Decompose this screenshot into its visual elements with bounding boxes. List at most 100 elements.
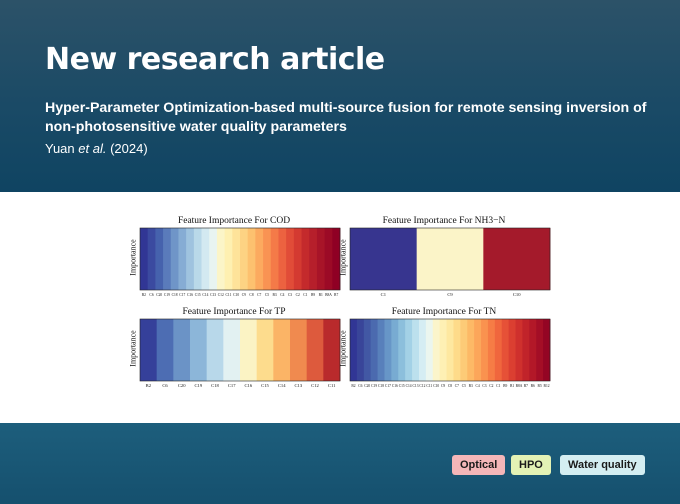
tick-label: C12: [311, 383, 319, 388]
tick-label: C9: [447, 292, 453, 297]
tag-hpo[interactable]: HPO: [511, 455, 551, 475]
chart-ylabel: Importance: [128, 330, 138, 367]
heatmap-cell: [494, 319, 503, 381]
tick-label: C5: [462, 384, 466, 388]
header-banner: New research article Hyper-Parameter Opt…: [0, 0, 680, 192]
chart-ylabel: Importance: [338, 330, 348, 367]
chart-cod: Feature Importance For COD Importance B2…: [128, 216, 341, 302]
tick-label: C18: [378, 384, 384, 388]
tick-label: C13: [210, 293, 216, 297]
heatmap-cell: [240, 319, 258, 381]
heatmap-cell: [439, 319, 447, 381]
tick-label: C12: [419, 384, 425, 388]
tag-water-quality[interactable]: Water quality: [560, 455, 645, 475]
tick-label: C8: [448, 384, 452, 388]
tick-label: C4: [280, 293, 284, 297]
tick-label: C18: [172, 293, 178, 297]
heatmap-cell: [306, 319, 324, 381]
heatmap-cell: [193, 228, 202, 290]
tick-label: C13: [294, 383, 302, 388]
heatmap-cell: [240, 228, 249, 290]
tick-label: B6: [531, 384, 535, 388]
heatmap-cell: [483, 228, 551, 290]
chart-tp: Feature Importance For TP Importance B2 C…: [128, 307, 341, 393]
heatmap-cell: [398, 319, 406, 381]
heatmap-cell: [515, 319, 523, 381]
heatmap-cell: [301, 228, 310, 290]
heatmap-cell: [223, 319, 241, 381]
heatmap-cell: [216, 228, 226, 290]
tick-label: C5: [265, 293, 269, 297]
tick-label: B8A: [516, 384, 523, 388]
heatmap-cell: [487, 319, 496, 381]
heatmap-cell: [270, 228, 279, 290]
tick-label: B7: [524, 384, 528, 388]
chart-plot: B2 C6 C20 C19 C18 C17 C16 C15 C14 C13 C12 C11: [139, 318, 341, 388]
heatmap-cell: [391, 319, 399, 381]
heatmap-cell: [209, 228, 218, 290]
heatmap-cell: [290, 319, 308, 381]
tick-label: C6: [358, 384, 362, 388]
heatmap-cell: [190, 319, 208, 381]
heatmap-cell: [206, 319, 224, 381]
tick-label: B8A: [325, 293, 332, 297]
tick-label: C10: [233, 293, 239, 297]
heatmap-cell: [170, 228, 179, 290]
citation: Yuan et al. (2024): [45, 141, 148, 156]
citation-year: (2024): [106, 141, 148, 156]
tick-label: C8: [249, 293, 253, 297]
heatmap-cell: [377, 319, 385, 381]
chart-title: Feature Importance For NH3−N: [382, 216, 506, 226]
chart-tn: Feature Importance For TN Importance B2 C…: [338, 307, 551, 393]
tick-label: C11: [426, 384, 432, 388]
tick-label: C2: [296, 293, 300, 297]
tick-label: C12: [218, 293, 224, 297]
chart-plot: C1 C9 C10: [349, 227, 551, 297]
heatmap-cell: [370, 319, 378, 381]
heatmap-cell: [224, 228, 233, 290]
tick-label: C7: [257, 293, 261, 297]
heatmap-cell: [460, 319, 468, 381]
tick-label: C20: [364, 384, 370, 388]
chart-title: Feature Importance For TP: [182, 307, 286, 317]
tick-label: C15: [195, 293, 201, 297]
heatmap-cell: [536, 319, 544, 381]
figure-panel: Feature Importance For COD Importance B2…: [0, 192, 680, 423]
heatmap-cell: [173, 319, 191, 381]
heatmap-cell: [155, 228, 164, 290]
heatmap-cell: [481, 319, 489, 381]
tick-label: C17: [385, 384, 391, 388]
citation-etal: et al.: [78, 141, 107, 156]
heatmap-cell: [163, 228, 172, 290]
heatmap-cell: [453, 319, 461, 381]
tag-optical[interactable]: Optical: [452, 455, 506, 475]
heatmap-cell: [324, 228, 333, 290]
heatmap-cell: [474, 319, 482, 381]
heatmap-cell: [140, 319, 158, 381]
chart-plot: B2 C6 C20 C19 C18 C17 C16 C15 C14 C13 C12 C11 C10 C9 C…: [349, 318, 551, 388]
tick-label: B2: [351, 384, 355, 388]
tick-label: C4: [475, 384, 479, 388]
heatmap-cell: [256, 319, 274, 381]
chart-ylabel: Importance: [128, 239, 138, 276]
tick-label: C16: [187, 293, 193, 297]
tick-label: C2: [489, 384, 493, 388]
heatmap-cell: [316, 228, 326, 290]
tick-label: B5: [538, 384, 542, 388]
heatmap-cell: [412, 319, 420, 381]
heatmap-cell: [350, 319, 358, 381]
article-title[interactable]: Hyper-Parameter Optimization-based multi…: [45, 99, 655, 137]
heatmap-cell: [293, 228, 302, 290]
tick-label: B3: [469, 384, 473, 388]
tick-label: C20: [156, 293, 162, 297]
heatmap-cell: [501, 319, 510, 381]
heatmap-cell: [186, 228, 195, 290]
tick-label: C7: [455, 384, 459, 388]
tick-label: C10: [433, 384, 439, 388]
chart-title: Feature Importance For COD: [177, 216, 291, 226]
tick-label: C20: [178, 383, 186, 388]
tick-label: C1: [303, 293, 307, 297]
tick-label: C1: [381, 292, 387, 297]
tick-label: C11: [328, 383, 336, 388]
tick-label: B1: [510, 384, 514, 388]
